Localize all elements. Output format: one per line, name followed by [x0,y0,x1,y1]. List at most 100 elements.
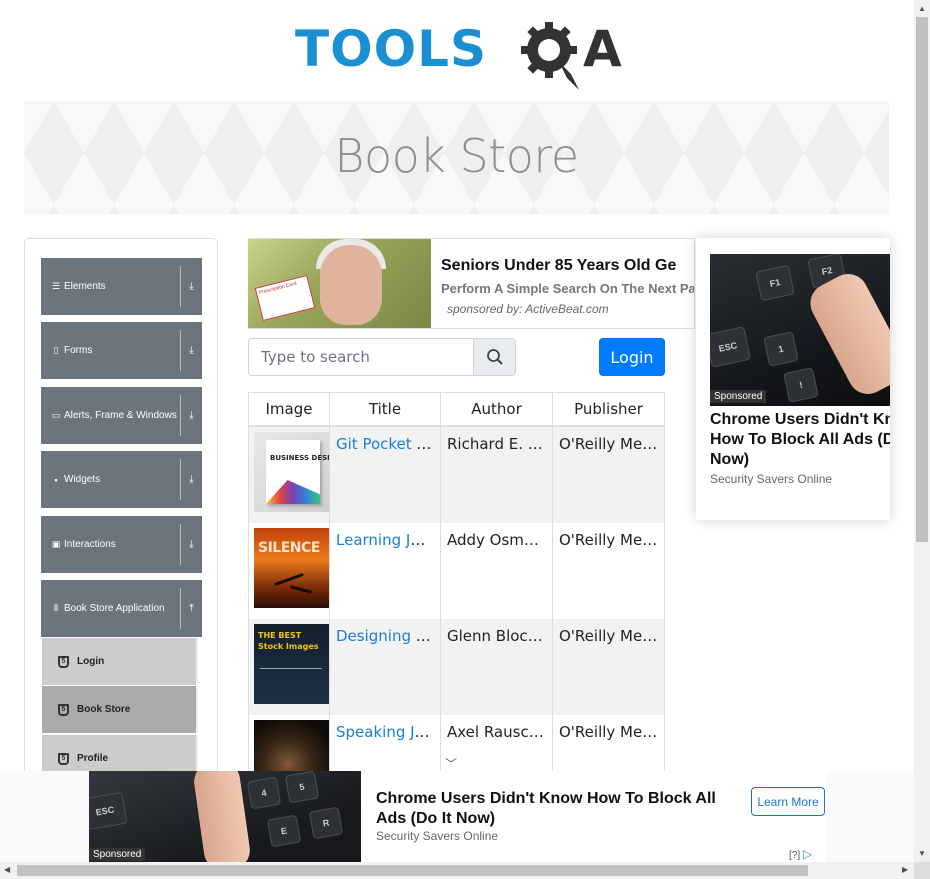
ad-headline[interactable]: Chrome Users Didn't Know How To Block Al… [376,789,736,829]
books-table: Image Title Author Publisher BUSINESS DE… [248,392,665,782]
book-title-cell: Learning JavaScript Design Patterns [330,523,441,619]
books-icon: ⫴ [54,603,58,613]
expand-arrow-icon[interactable]: ⤓ [180,459,202,500]
sponsored-label: Sponsored [89,848,146,861]
expand-arrow-icon[interactable]: ⤓ [180,330,202,371]
column-header-author[interactable]: Author [441,393,553,425]
expand-arrow-icon[interactable]: ⤓ [180,395,202,436]
sidebar-item-book-store[interactable]: 5 Book Store [42,686,198,733]
book-title-link[interactable]: Git Pocket Guide [336,435,440,453]
horizontal-scroll-thumb[interactable] [17,865,808,876]
book-publisher-cell: O'Reilly Media [559,627,664,645]
learn-more-button[interactable]: Learn More [751,787,825,816]
sidebar-group-elements[interactable]: ☰ Elements ⤓ [41,258,202,315]
ad-headline[interactable]: Chrome Users Didn't Know How To Block Al… [710,410,890,470]
gear-q-icon [521,22,579,90]
login-button[interactable]: Login [599,338,665,376]
logo-text-a: A [583,20,622,78]
sidebar-item-label: Profile [77,753,109,764]
expand-arrow-icon[interactable]: ⤓ [180,266,202,307]
toolsqa-logo[interactable]: TOOLS A [295,14,625,92]
sidebar-item-login[interactable]: 5 Login [42,638,198,685]
scroll-up-icon[interactable]: ▲ [918,4,926,13]
key-esc: ESC [710,326,752,368]
adchoices-text: [?] [789,850,801,861]
list-icon: ☰ [51,281,61,291]
top-advertisement[interactable]: Prescription Card Seniors Under 85 Years… [248,238,695,329]
book-cover-cell: BUSINESS DESIGN [249,427,330,523]
ad-source: Security Savers Online [376,829,499,843]
expand-arrow-icon[interactable]: ⤓ [180,524,202,565]
bottom-ad-content[interactable]: ESC 4 5 E R Sponsored Chrome Users Didn'… [89,771,826,863]
cover-bird [289,585,313,594]
grid-icon: ▪ [54,474,58,485]
scroll-left-icon[interactable]: ◀ [4,865,10,874]
adchoices-link[interactable]: [?] ▷ [789,847,812,861]
book-title-link[interactable]: Speaking JavaScript [336,723,440,741]
key-f1: F1 [755,264,795,302]
square-icon: ▣ [51,539,61,549]
search-input[interactable] [249,339,473,375]
cover-bird [274,572,304,587]
ad-subline: Perform A Simple Search On The Next Pa [441,281,695,296]
page: TOOLS A Book Store ☰ Elements ⤓ ▯ Forms … [0,0,930,879]
collapse-arrow-icon[interactable]: ⤒ [180,588,202,629]
ad-keyboard-image: ESC 4 5 E R Sponsored [89,771,361,863]
table-row: BUSINESS DESIGN Git Pocket Guide Richard… [249,427,664,523]
logo-text-tools: TOOLS [295,20,487,78]
ad-source: Security Savers Online [710,472,833,486]
book-cover-cell: THE BEST Stock Images [249,619,330,715]
scrollbar-corner [914,862,930,879]
ad-finger [191,771,253,863]
sidebar-group-book-store-application[interactable]: ⫴ Book Store Application ⤒ [41,580,202,637]
horizontal-scrollbar[interactable]: ◀ ▶ [0,862,914,879]
ad-headline[interactable]: Seniors Under 85 Years Old Ge [441,257,676,275]
key-four: 4 [246,776,282,810]
book-author-cell: Richard E. Silverman [441,427,553,523]
sidebar-group-widgets[interactable]: ▪ Widgets ⤓ [41,451,202,508]
table-row: THE BEST Stock Images Designing Evolvabl… [249,619,664,715]
sidebar-group-interactions[interactable]: ▣ Interactions ⤓ [41,516,202,573]
column-header-publisher[interactable]: Publisher [553,393,664,425]
ad-image: Prescription Card [248,239,431,328]
side-advertisement[interactable]: F1 F2 ESC 1 ! Sponsored Chrome Users Did… [696,238,890,520]
html5-icon: 5 [58,752,69,765]
search-icon [486,349,503,365]
vertical-scroll-thumb[interactable] [916,17,928,542]
book-author-cell: Glenn Block et al. [441,619,553,715]
sidebar-group-forms[interactable]: ▯ Forms ⤓ [41,322,202,379]
document-icon: ▯ [53,345,59,355]
book-cover-cell: SILENCE [249,523,330,619]
vertical-scrollbar[interactable]: ▲ ▼ [914,0,930,862]
sidebar-item-label: Book Store [77,704,131,715]
column-header-title[interactable]: Title [330,393,441,425]
book-publisher-cell: O'Reilly Media [559,531,664,549]
sidebar-item-label: Login [77,656,105,667]
cover-text: BUSINESS DESIGN [270,454,329,462]
sidebar-group-alerts[interactable]: ▭ Alerts, Frame & Windows ⤓ [41,387,202,444]
key-one: 1 [763,331,799,367]
key-q: ! [783,367,819,403]
book-cover-image: THE BEST Stock Images [254,624,329,704]
key-esc: ESC [89,791,128,831]
cover-text: THE BEST Stock Images [258,631,319,651]
scroll-down-icon[interactable]: ▼ [918,849,926,858]
ad-keyboard-image: F1 F2 ESC 1 ! Sponsored [710,254,890,406]
table-row: SILENCE Learning JavaScript Design Patte… [249,523,664,619]
column-header-image[interactable]: Image [249,393,330,425]
html5-icon: 5 [58,703,69,716]
table-header: Image Title Author Publisher [249,393,664,427]
cover-text: SILENCE [258,540,320,556]
ad-card-text: Prescription Card [258,280,298,297]
book-title-link[interactable]: Designing Evolvable Web APIs with ASP.NE… [336,627,440,645]
book-title-cell: Git Pocket Guide [330,427,441,523]
key-e: E [266,814,302,848]
search-button[interactable] [473,339,515,375]
scroll-right-icon[interactable]: ▶ [902,865,908,874]
chevron-down-icon[interactable]: ﹀ [445,755,457,772]
sponsored-label: Sponsored [710,390,767,403]
book-title-cell: Designing Evolvable Web APIs with ASP.NE… [330,619,441,715]
cover-subtext [260,668,322,694]
book-title-link[interactable]: Learning JavaScript Design Patterns [336,531,440,549]
bottom-advertisement: ESC 4 5 E R Sponsored Chrome Users Didn'… [0,771,914,863]
